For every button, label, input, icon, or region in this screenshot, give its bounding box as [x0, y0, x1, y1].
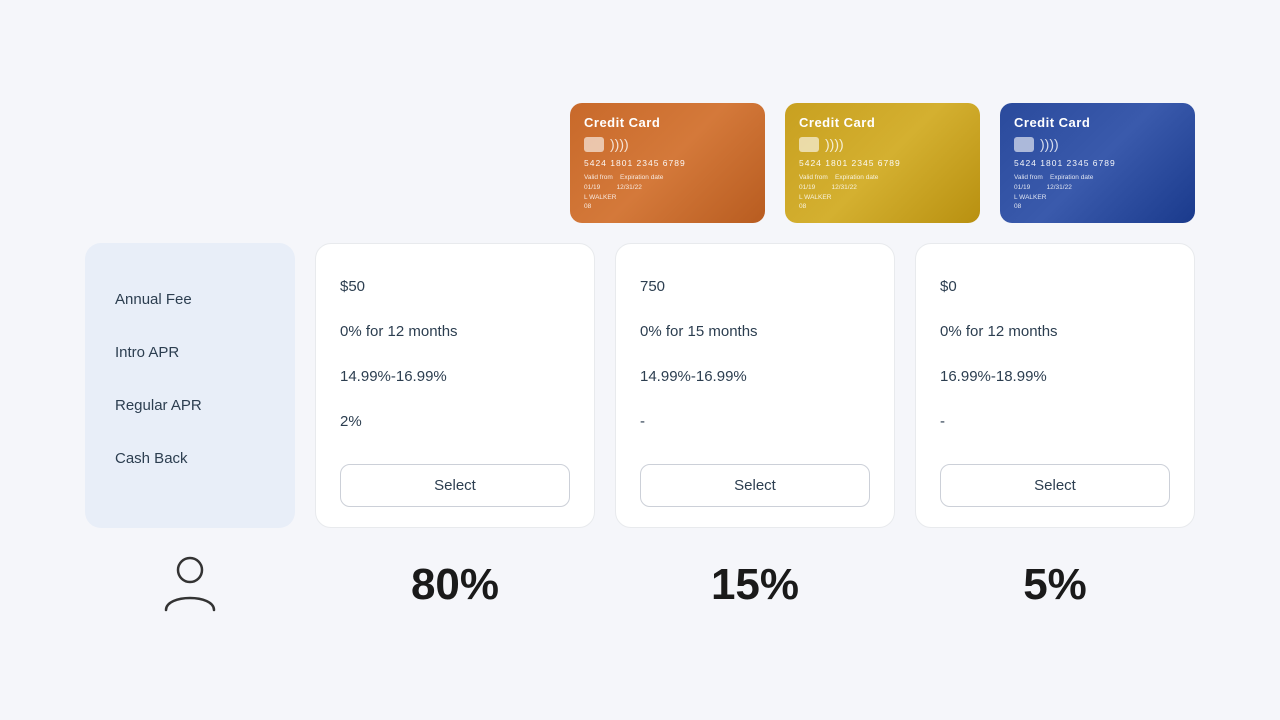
main-container: Credit Card )))) 5424 1801 2345 6789 Val… — [65, 83, 1215, 637]
card-orange-valid-label: Valid from Expiration date — [584, 174, 663, 181]
percentage-1: 80% — [411, 560, 499, 610]
card-gold-chip-row: )))) — [799, 136, 966, 152]
card-blue: Credit Card )))) 5424 1801 2345 6789 Val… — [1000, 103, 1195, 223]
label-annual-fee: Annual Fee — [105, 273, 275, 326]
card-gold-dates: 01/19 12/31/22 — [799, 184, 857, 191]
card-blue-number: 5424 1801 2345 6789 — [1014, 158, 1181, 168]
product-2-cash-back: - — [640, 399, 870, 444]
product-col-3: $0 0% for 12 months 16.99%-18.99% - Sele… — [915, 243, 1195, 528]
product-col-1: $50 0% for 12 months 14.99%-16.99% 2% Se… — [315, 243, 595, 528]
card-blue-dates: 01/19 12/31/22 — [1014, 184, 1072, 191]
avatar-column — [85, 552, 295, 617]
product-3-regular-apr: 16.99%-18.99% — [940, 354, 1170, 399]
card-orange-chip-row: )))) — [584, 136, 751, 152]
user-avatar-icon — [160, 552, 220, 617]
percent-col-2: 15% — [615, 560, 895, 610]
percent-col-3: 5% — [915, 560, 1195, 610]
card-orange-details: Valid from Expiration date 01/19 12/31/2… — [584, 173, 751, 212]
card-orange: Credit Card )))) 5424 1801 2345 6789 Val… — [570, 103, 765, 223]
card-gold-wave: )))) — [825, 136, 844, 152]
product-2-regular-apr: 14.99%-16.99% — [640, 354, 870, 399]
product-3-intro-apr: 0% for 12 months — [940, 309, 1170, 354]
card-blue-details: Valid from Expiration date 01/19 12/31/2… — [1014, 173, 1181, 212]
bottom-row: 80% 15% 5% — [85, 552, 1195, 617]
label-regular-apr: Regular APR — [105, 379, 275, 432]
card-orange-cv: 08 — [584, 203, 591, 210]
card-gold-holder: L WALKER — [799, 194, 831, 201]
card-gold-number: 5424 1801 2345 6789 — [799, 158, 966, 168]
percentage-2: 15% — [711, 560, 799, 610]
select-button-2[interactable]: Select — [640, 464, 870, 507]
product-2-annual-fee: 750 — [640, 264, 870, 309]
card-blue-title: Credit Card — [1014, 115, 1181, 130]
percent-col-1: 80% — [315, 560, 595, 610]
product-3-cash-back: - — [940, 399, 1170, 444]
card-blue-holder: L WALKER — [1014, 194, 1046, 201]
card-gold-chip — [799, 137, 819, 152]
card-gold-valid-label: Valid from Expiration date — [799, 174, 878, 181]
product-1-cash-back: 2% — [340, 399, 570, 444]
label-cash-back: Cash Back — [105, 432, 275, 485]
product-3-annual-fee: $0 — [940, 264, 1170, 309]
card-blue-valid-label: Valid from Expiration date — [1014, 174, 1093, 181]
labels-column: Annual Fee Intro APR Regular APR Cash Ba… — [85, 243, 295, 528]
card-gold-cv: 08 — [799, 203, 806, 210]
card-gold-title: Credit Card — [799, 115, 966, 130]
product-1-annual-fee: $50 — [340, 264, 570, 309]
percentage-3: 5% — [1023, 560, 1087, 610]
card-gold-details: Valid from Expiration date 01/19 12/31/2… — [799, 173, 966, 212]
card-orange-title: Credit Card — [584, 115, 751, 130]
card-blue-wave: )))) — [1040, 136, 1059, 152]
card-orange-wave: )))) — [610, 136, 629, 152]
card-gold: Credit Card )))) 5424 1801 2345 6789 Val… — [785, 103, 980, 223]
product-col-2: 750 0% for 15 months 14.99%-16.99% - Sel… — [615, 243, 895, 528]
product-1-regular-apr: 14.99%-16.99% — [340, 354, 570, 399]
card-orange-number: 5424 1801 2345 6789 — [584, 158, 751, 168]
product-1-intro-apr: 0% for 12 months — [340, 309, 570, 354]
card-blue-chip — [1014, 137, 1034, 152]
label-intro-apr: Intro APR — [105, 326, 275, 379]
select-button-1[interactable]: Select — [340, 464, 570, 507]
product-2-intro-apr: 0% for 15 months — [640, 309, 870, 354]
card-orange-chip — [584, 137, 604, 152]
select-button-3[interactable]: Select — [940, 464, 1170, 507]
card-orange-holder: L WALKER — [584, 194, 616, 201]
card-blue-chip-row: )))) — [1014, 136, 1181, 152]
card-blue-cv: 08 — [1014, 203, 1021, 210]
cards-row: Credit Card )))) 5424 1801 2345 6789 Val… — [85, 103, 1195, 223]
comparison-grid: Annual Fee Intro APR Regular APR Cash Ba… — [85, 243, 1195, 528]
card-orange-dates: 01/19 12/31/22 — [584, 184, 642, 191]
